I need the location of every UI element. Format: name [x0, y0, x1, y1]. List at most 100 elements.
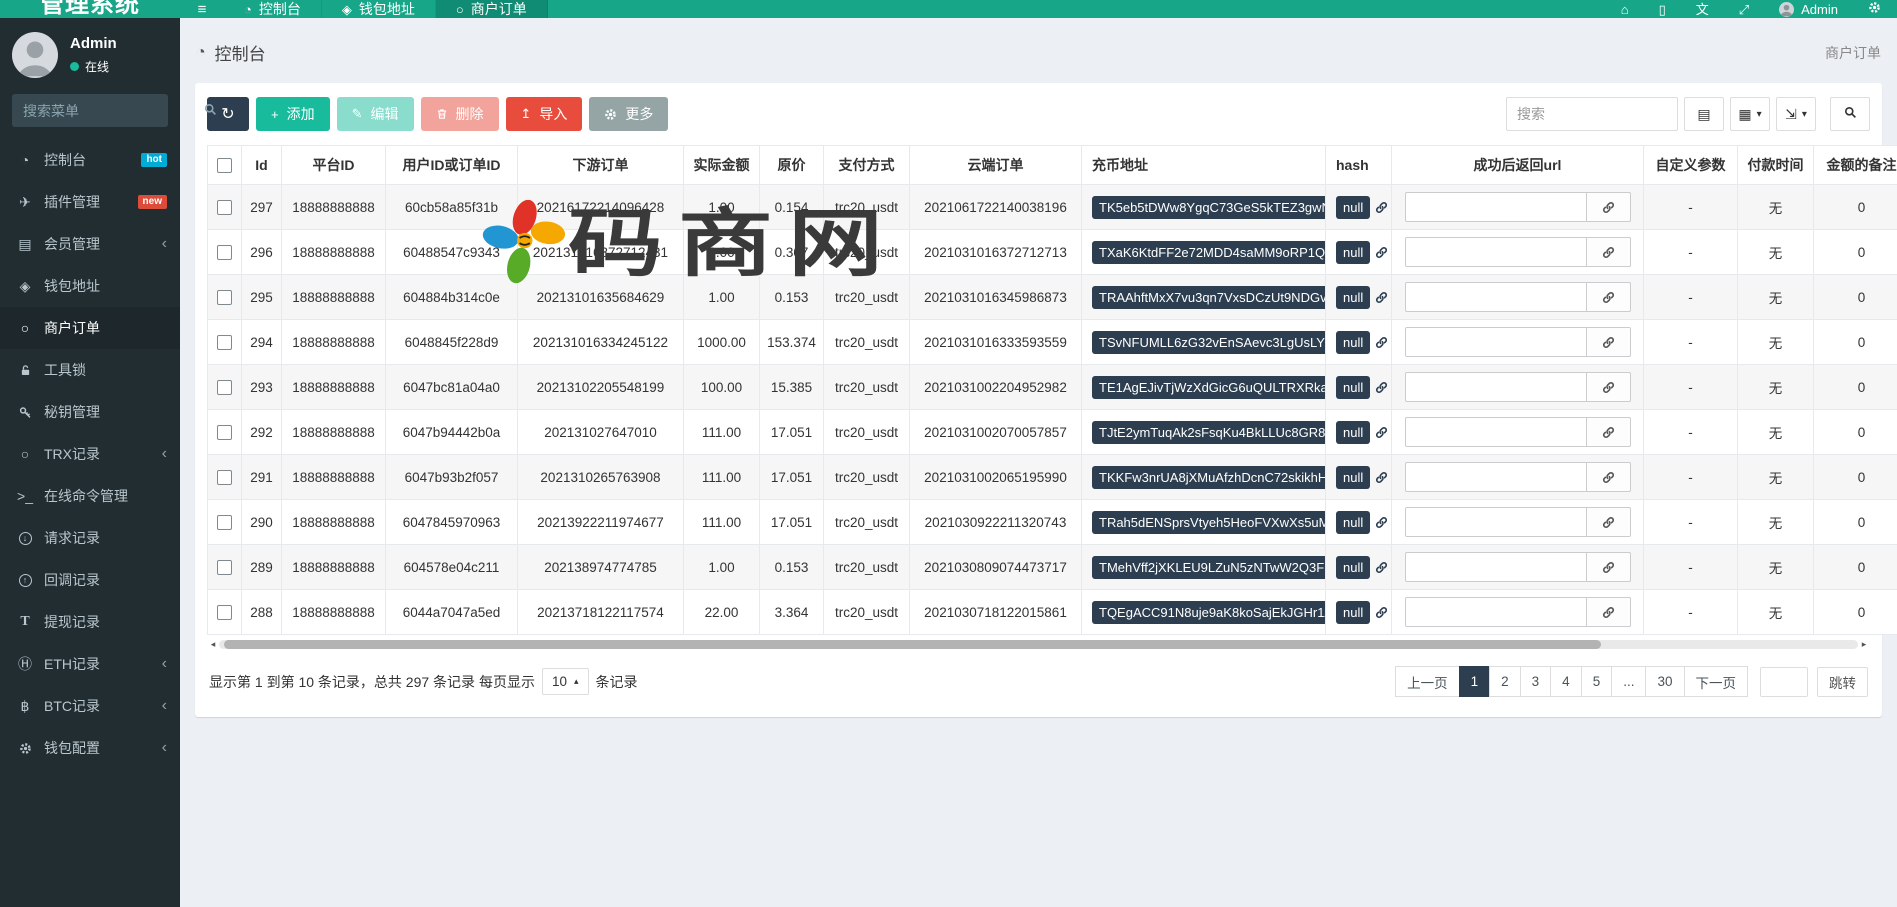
sidebar-item-秘钥管理[interactable]: 秘钥管理 [0, 391, 180, 433]
page-size-select[interactable]: 10 ▴ [542, 668, 589, 695]
copy-link-button[interactable] [1587, 597, 1631, 627]
page-button-4[interactable]: 4 [1550, 666, 1582, 697]
sidebar-item-控制台[interactable]: ◔控制台hot [0, 139, 180, 181]
sidebar-item-钱包地址[interactable]: ◈钱包地址 [0, 265, 180, 307]
jump-button[interactable]: 跳转 [1817, 667, 1868, 697]
row-checkbox[interactable] [217, 245, 232, 260]
link-icon[interactable] [1375, 561, 1388, 574]
search-icon[interactable] [204, 103, 217, 119]
sidebar-item-工具锁[interactable]: 工具锁 [0, 349, 180, 391]
more-button[interactable]: 更多 [589, 97, 668, 131]
settings-gear-icon[interactable] [1868, 1, 1881, 17]
expand-icon[interactable]: ⤢ [1739, 2, 1749, 17]
page-button-2[interactable]: 2 [1489, 666, 1521, 697]
row-checkbox[interactable] [217, 290, 232, 305]
export-button[interactable]: ⇲▾ [1776, 97, 1816, 131]
scrollbar-track[interactable] [219, 640, 1858, 649]
address-badge[interactable]: TKKFw3nrUA8jXMuAfzhDcnC72skikhHVDn [1092, 466, 1326, 489]
copy-link-button[interactable] [1587, 462, 1631, 492]
navbar-user-menu[interactable]: Admin [1779, 2, 1838, 17]
row-checkbox[interactable] [217, 380, 232, 395]
sidebar-item-钱包配置[interactable]: 钱包配置‹ [0, 727, 180, 769]
table-view-button[interactable]: ▤ [1684, 97, 1724, 131]
table-search-input[interactable] [1506, 97, 1678, 131]
language-icon[interactable]: 文 [1696, 2, 1709, 17]
home-icon[interactable]: ⌂ [1621, 2, 1629, 17]
sidebar-item-商户订单[interactable]: ○商户订单 [0, 307, 180, 349]
sidebar-item-TRX记录[interactable]: ○TRX记录‹ [0, 433, 180, 475]
next-page-button[interactable]: 下一页 [1684, 666, 1749, 697]
link-icon[interactable] [1375, 336, 1388, 349]
link-icon[interactable] [1375, 426, 1388, 439]
sidebar-search-input[interactable] [23, 103, 204, 119]
edit-button[interactable]: ✎编辑 [337, 97, 414, 131]
copy-link-button[interactable] [1587, 372, 1631, 402]
sidebar-item-在线命令管理[interactable]: >_在线命令管理 [0, 475, 180, 517]
address-badge[interactable]: TSvNFUMLL6zG32vEnSAevc3LgUsLYHzeeT [1092, 331, 1326, 354]
return-url-input[interactable] [1405, 597, 1587, 627]
link-icon[interactable] [1375, 201, 1388, 214]
copy-link-button[interactable] [1587, 327, 1631, 357]
sidebar-item-BTC记录[interactable]: ฿BTC记录‹ [0, 685, 180, 727]
sidebar-item-ETH记录[interactable]: ⒽETH记录‹ [0, 643, 180, 685]
sidebar-toggle-button[interactable]: ≡ [180, 0, 224, 18]
return-url-input[interactable] [1405, 372, 1587, 402]
sidebar-item-提现记录[interactable]: T提现记录 [0, 601, 180, 643]
row-checkbox[interactable] [217, 515, 232, 530]
link-icon[interactable] [1375, 606, 1388, 619]
row-checkbox[interactable] [217, 335, 232, 350]
sidebar-item-回调记录[interactable]: ↑回调记录 [0, 559, 180, 601]
import-button[interactable]: ↥导入 [506, 97, 583, 131]
return-url-input[interactable] [1405, 507, 1587, 537]
prev-page-button[interactable]: 上一页 [1395, 666, 1460, 697]
select-all-checkbox[interactable] [217, 158, 232, 173]
jump-page-input[interactable] [1760, 667, 1808, 697]
page-button-3[interactable]: 3 [1520, 666, 1552, 697]
nav-tab-商户订单[interactable]: ○商户订单 [436, 0, 548, 18]
return-url-input[interactable] [1405, 192, 1587, 222]
return-url-input[interactable] [1405, 552, 1587, 582]
copy-link-button[interactable] [1587, 552, 1631, 582]
delete-button[interactable]: 删除 [421, 97, 499, 131]
sidebar-item-会员管理[interactable]: ▤会员管理‹ [0, 223, 180, 265]
copy-link-button[interactable] [1587, 282, 1631, 312]
link-icon[interactable] [1375, 381, 1388, 394]
address-badge[interactable]: TRah5dENSprsVtyeh5HeoFVXwXs5uMcnmq [1092, 511, 1326, 534]
row-checkbox[interactable] [217, 605, 232, 620]
address-badge[interactable]: TJtE2ymTuqAk2sFsqKu4BkLLUc8GR8fQSP [1092, 421, 1326, 444]
tablet-icon[interactable]: ▯ [1659, 2, 1666, 17]
return-url-input[interactable] [1405, 417, 1587, 447]
copy-link-button[interactable] [1587, 237, 1631, 267]
link-icon[interactable] [1375, 246, 1388, 259]
address-badge[interactable]: TE1AgEJivTjWzXdGicG6uQULTRXRkaAkK4 [1092, 376, 1326, 399]
return-url-input[interactable] [1405, 462, 1587, 492]
grid-view-button[interactable]: ▦▾ [1730, 97, 1770, 131]
row-checkbox[interactable] [217, 470, 232, 485]
address-badge[interactable]: TK5eb5tDWw8YgqC73GeS5kTEZ3gwNigWo2 [1092, 196, 1326, 219]
scroll-right-icon[interactable]: ▸ [1858, 639, 1870, 650]
link-icon[interactable] [1375, 516, 1388, 529]
address-badge[interactable]: TQEgACC91N8uje9aK8koSajEkJGHr1ANEb [1092, 601, 1326, 624]
search-button[interactable] [1830, 97, 1870, 131]
row-checkbox[interactable] [217, 560, 232, 575]
row-checkbox[interactable] [217, 425, 232, 440]
page-button-5[interactable]: 5 [1581, 666, 1613, 697]
return-url-input[interactable] [1405, 282, 1587, 312]
copy-link-button[interactable] [1587, 507, 1631, 537]
row-checkbox[interactable] [217, 200, 232, 215]
address-badge[interactable]: TRAAhftMxX7vu3qn7VxsDCzUt9NDGvq2Bq [1092, 286, 1326, 309]
add-button[interactable]: +添加 [256, 97, 330, 131]
copy-link-button[interactable] [1587, 417, 1631, 447]
return-url-input[interactable] [1405, 327, 1587, 357]
return-url-input[interactable] [1405, 237, 1587, 267]
scroll-left-icon[interactable]: ◂ [207, 639, 219, 650]
page-button-30[interactable]: 30 [1645, 666, 1684, 697]
address-badge[interactable]: TMehVff2jXKLEU9LZuN5zNTwW2Q3FUNrWi [1092, 556, 1326, 579]
nav-tab-钱包地址[interactable]: ◈钱包地址 [322, 0, 436, 18]
copy-link-button[interactable] [1587, 192, 1631, 222]
sidebar-item-请求记录[interactable]: ↓请求记录 [0, 517, 180, 559]
address-badge[interactable]: TXaK6KtdFF2e72MDD4saMM9oRP1QXotG3C [1092, 241, 1326, 264]
sidebar-item-插件管理[interactable]: ✈插件管理new [0, 181, 180, 223]
page-button-1[interactable]: 1 [1459, 666, 1491, 697]
link-icon[interactable] [1375, 291, 1388, 304]
